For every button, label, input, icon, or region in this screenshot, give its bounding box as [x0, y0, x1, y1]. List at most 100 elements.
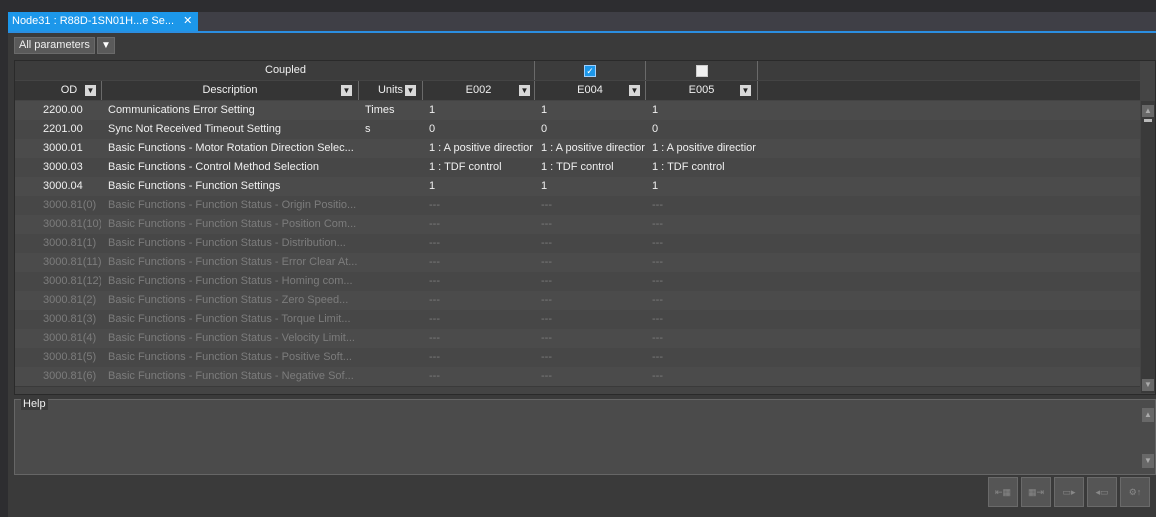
compare-right-icon[interactable]: ▦⇥: [1021, 477, 1051, 507]
cell-desc: Basic Functions - Function Status - Orig…: [108, 199, 357, 211]
table-row[interactable]: 3000.81(4) Basic Functions - Function Sta…: [15, 329, 1140, 349]
cell-od: 3000.81(1): [43, 237, 97, 249]
cell-od: 3000.81(4): [43, 332, 97, 344]
transfer-to-icon[interactable]: ▭▸: [1054, 477, 1084, 507]
scroll-up-icon[interactable]: ▲: [1142, 408, 1154, 422]
cell-e005[interactable]: 0: [646, 120, 757, 139]
cell-e005[interactable]: 1: [646, 101, 757, 120]
cell-e004[interactable]: 0: [535, 120, 645, 139]
cell-od: 2201.00: [43, 123, 83, 135]
tab-strip: Node31 : R88D-1SN01H...e Se... ✕: [8, 12, 1156, 33]
column-header-row: OD ▼ Description ▼ Units ▼ E002 ▼ E004 ▼…: [15, 81, 1140, 100]
cell-od: 3000.81(3): [43, 313, 97, 325]
e005-include-cell: [646, 61, 758, 80]
cell-e002[interactable]: 1 : TDF control: [423, 158, 534, 177]
column-header-description[interactable]: Description: [102, 81, 359, 100]
cell-e005[interactable]: 1 : A positive directior: [646, 139, 757, 158]
table-row[interactable]: 2200.00 Communications Error Setting Times…: [15, 101, 1140, 121]
cell-od: 3000.04: [43, 180, 83, 192]
table-row[interactable]: 3000.81(0) Basic Functions - Function Sta…: [15, 196, 1140, 216]
cell-e002: ---: [429, 294, 440, 306]
cell-od: 3000.81(10): [43, 218, 101, 230]
table-row[interactable]: 3000.81(3) Basic Functions - Function Sta…: [15, 310, 1140, 330]
cell-e002: ---: [429, 332, 440, 344]
cell-e002: ---: [429, 313, 440, 325]
cell-e005[interactable]: 1: [646, 177, 757, 196]
cell-units: [359, 234, 422, 253]
cell-e004: ---: [541, 294, 552, 306]
cell-units: [359, 196, 422, 215]
table-row[interactable]: 3000.81(2) Basic Functions - Function Sta…: [15, 291, 1140, 311]
od-filter-icon[interactable]: ▼: [85, 85, 96, 96]
e005-filter-icon[interactable]: ▼: [740, 85, 751, 96]
settings-upload-icon[interactable]: ⚙↑: [1120, 477, 1150, 507]
cell-od: 3000.81(6): [43, 370, 97, 382]
description-filter-icon[interactable]: ▼: [341, 85, 352, 96]
cell-units: [359, 158, 422, 177]
scroll-thumb[interactable]: [1144, 119, 1152, 122]
e004-include-checkbox[interactable]: ✓: [584, 65, 596, 77]
parameter-filter-dropdown[interactable]: All parameters ▼: [14, 37, 115, 54]
cell-e005: ---: [652, 332, 663, 344]
tab-node31[interactable]: Node31 : R88D-1SN01H...e Se... ✕: [8, 12, 199, 31]
cell-desc: Basic Functions - Function Status - Homi…: [108, 275, 353, 287]
e004-filter-icon[interactable]: ▼: [629, 85, 640, 96]
parameter-grid: Coupled ✓ OD ▼ Description ▼ Units ▼ E00…: [14, 60, 1156, 395]
cell-e004[interactable]: 1: [535, 101, 645, 120]
scroll-up-icon[interactable]: ▲: [1142, 105, 1154, 117]
cell-desc: Basic Functions - Function Settings: [108, 180, 281, 192]
cell-e004: ---: [541, 237, 552, 249]
help-panel: Help ▲ ▼: [14, 398, 1156, 475]
cell-e002[interactable]: 1: [423, 177, 534, 196]
cell-desc: Basic Functions - Function Status - Zero…: [108, 294, 349, 306]
chevron-down-icon[interactable]: ▼: [96, 37, 115, 54]
filter-label: All parameters: [14, 37, 95, 54]
cell-od: 3000.81(0): [43, 199, 97, 211]
cell-e002[interactable]: 0: [423, 120, 534, 139]
e005-include-checkbox[interactable]: [695, 65, 708, 77]
table-row[interactable]: 3000.81(5) Basic Functions - Function Sta…: [15, 348, 1140, 368]
cell-desc: Basic Functions - Function Status - Velo…: [108, 332, 355, 344]
compare-left-icon[interactable]: ⇤▦: [988, 477, 1018, 507]
close-icon[interactable]: ✕: [183, 15, 192, 27]
cell-e004: ---: [541, 218, 552, 230]
table-row[interactable]: 2201.00 Sync Not Received Timeout Setting…: [15, 120, 1140, 140]
cell-od: 3000.01: [43, 142, 83, 154]
grid-vertical-scrollbar[interactable]: ▲ ▼: [1141, 101, 1155, 393]
cell-e002[interactable]: 1 : A positive directior: [423, 139, 534, 158]
cell-e002: ---: [429, 218, 440, 230]
cell-units: [359, 253, 422, 272]
cell-desc: Basic Functions - Function Status - Nega…: [108, 370, 354, 382]
cell-e004[interactable]: 1 : A positive directior: [535, 139, 645, 158]
cell-e005: ---: [652, 237, 663, 249]
cell-e004: ---: [541, 313, 552, 325]
bottom-toolbar: ⇤▦ ▦⇥ ▭▸ ◂▭ ⚙↑: [988, 477, 1150, 507]
cell-e002: ---: [429, 351, 440, 363]
units-filter-icon[interactable]: ▼: [405, 85, 416, 96]
cell-e004[interactable]: 1 : TDF control: [535, 158, 645, 177]
transfer-from-icon[interactable]: ◂▭: [1087, 477, 1117, 507]
e002-filter-icon[interactable]: ▼: [519, 85, 530, 96]
cell-units: [359, 272, 422, 291]
help-scrollbar[interactable]: ▲ ▼: [1141, 408, 1155, 472]
table-row[interactable]: 3000.81(12) Basic Functions - Function St…: [15, 272, 1140, 292]
table-row[interactable]: 3000.03 Basic Functions - Control Method …: [15, 158, 1140, 178]
cell-e005[interactable]: 1 : TDF control: [646, 158, 757, 177]
cell-e002[interactable]: 1: [423, 101, 534, 120]
cell-e004[interactable]: 1: [535, 177, 645, 196]
cell-desc: Basic Functions - Motor Rotation Directi…: [108, 142, 354, 154]
window-left-edge: [0, 12, 8, 517]
cell-e004: ---: [541, 275, 552, 287]
table-row[interactable]: 3000.01 Basic Functions - Motor Rotation …: [15, 139, 1140, 159]
tab-title: Node31 : R88D-1SN01H...e Se...: [12, 15, 175, 27]
cell-units: [359, 139, 422, 158]
table-row[interactable]: 3000.04 Basic Functions - Function Settin…: [15, 177, 1140, 197]
scroll-down-icon[interactable]: ▼: [1142, 379, 1154, 391]
table-row[interactable]: 3000.81(10) Basic Functions - Function St…: [15, 215, 1140, 235]
table-row[interactable]: 3000.81(1) Basic Functions - Function Sta…: [15, 234, 1140, 254]
table-row[interactable]: 3000.81(11) Basic Functions - Function St…: [15, 253, 1140, 273]
window-top-bar: [0, 0, 1156, 12]
table-row[interactable]: 3000.81(6) Basic Functions - Function Sta…: [15, 367, 1140, 387]
scroll-down-icon[interactable]: ▼: [1142, 454, 1154, 468]
cell-e005: ---: [652, 313, 663, 325]
